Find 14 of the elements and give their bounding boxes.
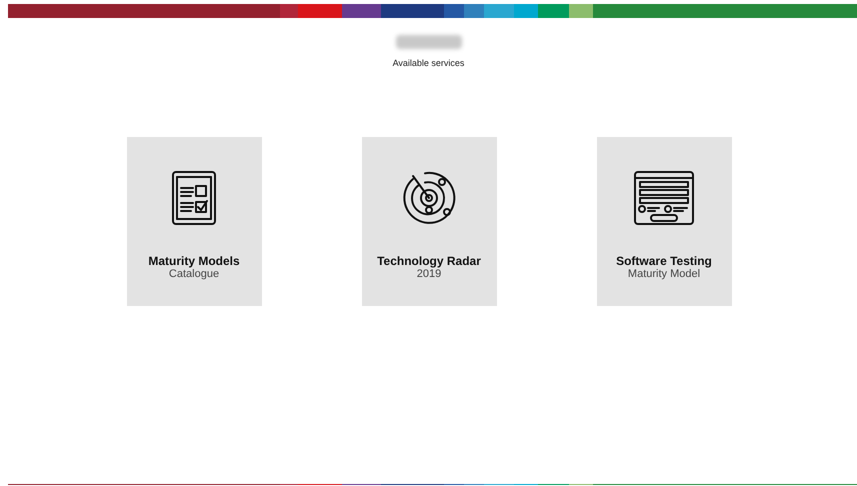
service-title: Maturity Models — [148, 254, 240, 268]
service-card[interactable]: Maturity Models Catalogue — [126, 136, 262, 306]
service-card[interactable]: Software Testing Maturity Model — [596, 136, 732, 306]
blurred-title-drawing — [396, 35, 462, 49]
service-title: Software Testing — [616, 254, 712, 268]
service-card[interactable]: Technology Radar 2019 — [362, 136, 496, 306]
web-form-icon — [633, 170, 695, 226]
radar-icon — [401, 170, 457, 226]
service-subtitle: Catalogue — [168, 268, 220, 280]
page-subtitle: Available services — [392, 57, 464, 70]
service-subtitle: 2019 — [416, 268, 442, 280]
checklist-tablet-icon — [171, 170, 217, 226]
service-title: Technology Radar — [377, 254, 481, 268]
service-subtitle: Maturity Model — [628, 268, 700, 280]
